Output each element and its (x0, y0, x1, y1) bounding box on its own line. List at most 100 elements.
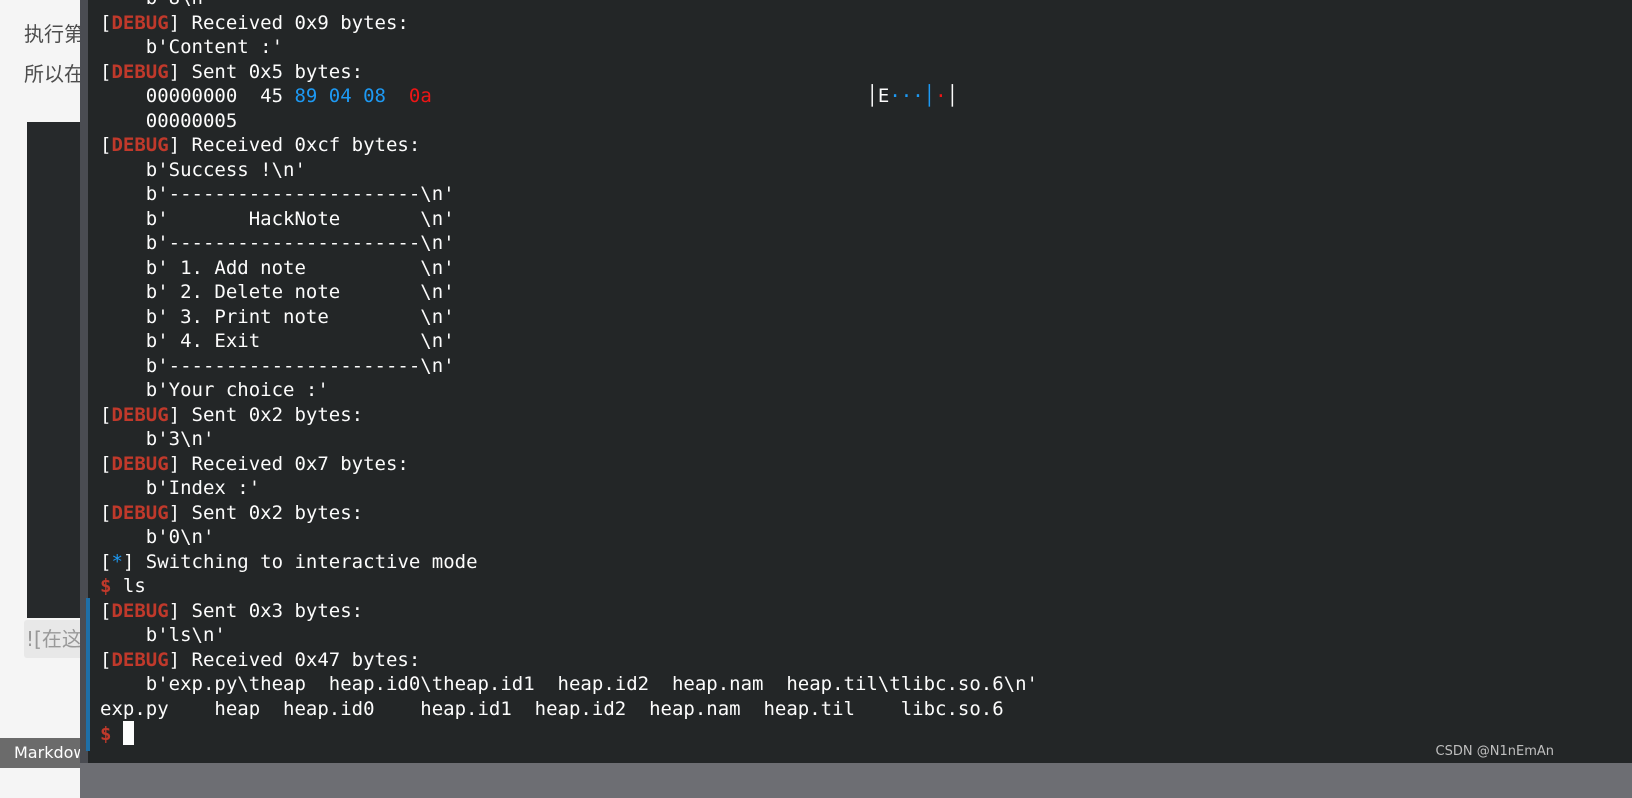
terminal-line: exp.py heap heap.id0 heap.id1 heap.id2 h… (100, 697, 1038, 722)
terminal-line: [DEBUG] Received 0x9 bytes: (100, 11, 1038, 36)
terminal-text: ··· (889, 85, 924, 107)
terminal-line: 00000005 (100, 109, 1038, 134)
terminal-text: [ (100, 550, 112, 573)
terminal-text: b'exp.py\theap heap.id0\theap.id1 heap.i… (100, 673, 1038, 695)
terminal-line: b' HackNote \n' (100, 207, 1038, 232)
terminal-text: * (111, 550, 123, 573)
selection-marker (86, 598, 90, 751)
terminal-text: ] Received 0x47 bytes: (168, 648, 421, 671)
terminal-output: b'8\n'[DEBUG] Received 0x9 bytes: b'Cont… (100, 0, 1038, 746)
terminal-text: b' HackNote \n' (100, 207, 455, 230)
terminal-text: │E (431, 85, 890, 107)
terminal-text: [ (100, 11, 112, 34)
terminal-line: [DEBUG] Received 0x7 bytes: (100, 452, 1038, 477)
terminal-text: [ (100, 403, 112, 426)
terminal-text: [ (100, 599, 112, 622)
prompt-symbol: $ (100, 575, 112, 597)
terminal-text: b'----------------------\n' (100, 354, 455, 377)
debug-tag: DEBUG (111, 599, 169, 622)
terminal-line: [DEBUG] Received 0x47 bytes: (100, 648, 1038, 673)
terminal-text: 0a (408, 85, 432, 107)
terminal-text: b'0\n' (100, 526, 215, 548)
terminal-text: [ (100, 134, 112, 156)
terminal-line: [*] Switching to interactive mode (100, 550, 1038, 575)
article-text-line: 所以在 (24, 62, 84, 86)
terminal-cursor[interactable] (122, 721, 134, 745)
terminal-text: b'Content :' (100, 36, 284, 58)
terminal-line: b'----------------------\n' (100, 354, 1038, 379)
terminal-text: │ (923, 85, 936, 107)
terminal-text: 00000000 45 (100, 85, 295, 107)
terminal-window[interactable]: b'8\n'[DEBUG] Received 0x9 bytes: b'Cont… (80, 0, 1632, 763)
debug-tag: DEBUG (111, 60, 169, 83)
terminal-line: b'Index :' (100, 476, 1038, 501)
terminal-line: [DEBUG] Sent 0x2 bytes: (100, 403, 1038, 428)
terminal-text: ] Sent 0x2 bytes: (168, 501, 364, 524)
debug-tag: DEBUG (111, 403, 169, 426)
article-image (27, 122, 87, 618)
debug-tag: DEBUG (111, 11, 169, 34)
terminal-line: b' 1. Add note \n' (100, 256, 1038, 281)
terminal-line: [DEBUG] Received 0xcf bytes: (100, 133, 1038, 158)
terminal-text: b' 3. Print note \n' (100, 305, 455, 328)
terminal-text: ] Sent 0x5 bytes: (168, 60, 364, 83)
terminal-line: b' 3. Print note \n' (100, 305, 1038, 330)
terminal-line: b'8\n' (100, 0, 1038, 11)
debug-tag: DEBUG (111, 134, 169, 156)
terminal-line: $ (100, 721, 1038, 746)
terminal-text: b'Index :' (100, 477, 261, 499)
terminal-line: b'----------------------\n' (100, 182, 1038, 207)
debug-tag: DEBUG (111, 452, 169, 475)
terminal-text: ls (111, 575, 146, 597)
terminal-text: 00000005 (100, 109, 238, 132)
terminal-text: ] Received 0x9 bytes: (168, 11, 409, 34)
terminal-text: [ (100, 648, 112, 671)
debug-tag: DEBUG (111, 648, 169, 671)
terminal-line: b'----------------------\n' (100, 231, 1038, 256)
terminal-text: exp.py heap heap.id0 heap.id1 heap.id2 h… (100, 697, 1004, 720)
terminal-line: b'Content :' (100, 35, 1038, 60)
terminal-line: b'3\n' (100, 427, 1038, 452)
terminal-text: ] Sent 0x2 bytes: (168, 403, 364, 426)
image-placeholder[interactable]: ![在这里插入图片描述 (24, 620, 86, 658)
terminal-line: b'Your choice :' (100, 378, 1038, 403)
terminal-line: $ ls (100, 574, 1038, 599)
terminal-text: [ (100, 452, 112, 475)
terminal-line: 00000000 45 89 04 08 0a │E···│·│ (100, 84, 1038, 109)
terminal-text: b'----------------------\n' (100, 232, 455, 254)
terminal-text: [ (100, 501, 112, 524)
terminal-text: │ (946, 85, 959, 107)
watermark: CSDN @N1nEmAn (1435, 744, 1554, 759)
terminal-line: b'Success !\n' (100, 158, 1038, 183)
terminal-line: [DEBUG] Sent 0x2 bytes: (100, 501, 1038, 526)
terminal-text: b'ls\n' (100, 624, 226, 646)
terminal-text: 89 04 08 (294, 85, 386, 107)
terminal-line: b'0\n' (100, 525, 1038, 550)
terminal-line: b' 2. Delete note \n' (100, 280, 1038, 305)
terminal-line: b'ls\n' (100, 623, 1038, 648)
terminal-text: b'Your choice :' (100, 379, 329, 401)
terminal-text: ] Sent 0x3 bytes: (168, 599, 364, 622)
terminal-line: [DEBUG] Sent 0x3 bytes: (100, 599, 1038, 624)
editor-mode-label: Markdown (0, 738, 90, 768)
terminal-text: · (935, 85, 947, 107)
terminal-text: [ (100, 60, 112, 83)
terminal-bottom-bar (80, 763, 1632, 798)
terminal-text: ] Received 0x7 bytes: (168, 452, 409, 475)
terminal-text: b'3\n' (100, 428, 215, 450)
terminal-text: b' 4. Exit \n' (100, 330, 455, 352)
terminal-text: b'----------------------\n' (100, 183, 455, 205)
terminal-line: b'exp.py\theap heap.id0\theap.id1 heap.i… (100, 672, 1038, 697)
terminal-text: ] Switching to interactive mode (122, 550, 478, 573)
article-text-line: 执行第 (24, 22, 84, 46)
terminal-line: [DEBUG] Sent 0x5 bytes: (100, 60, 1038, 85)
terminal-text: b'Success !\n' (100, 158, 306, 181)
prompt-symbol: $ (100, 723, 112, 745)
terminal-text: b'8\n' (100, 0, 215, 9)
terminal-text: b' 1. Add note \n' (100, 256, 455, 279)
debug-tag: DEBUG (111, 501, 169, 524)
terminal-text: ] Received 0xcf bytes: (168, 134, 421, 156)
terminal-line: b' 4. Exit \n' (100, 329, 1038, 354)
